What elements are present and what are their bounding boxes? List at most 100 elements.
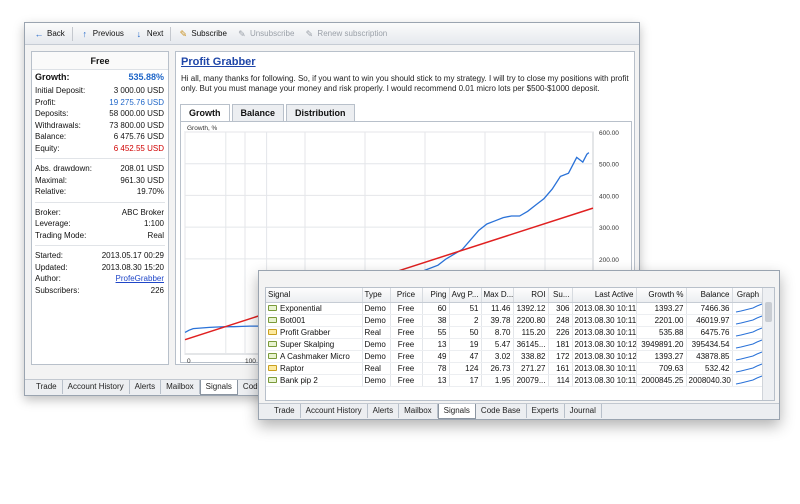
column-header[interactable]: Avg P... bbox=[449, 288, 482, 303]
cell-ping: 55 bbox=[422, 326, 450, 339]
tab-journal[interactable]: Journal bbox=[565, 404, 602, 418]
stat-label: Subscribers: bbox=[35, 285, 80, 295]
cell-growth: 1393.27 bbox=[636, 302, 687, 315]
signal-description: Hi all, many thanks for following. So, i… bbox=[181, 74, 629, 93]
stat-label: Relative: bbox=[35, 187, 67, 196]
table-row[interactable]: Bank pip 2 Demo Free 13 17 1.95 20079... 114 201… bbox=[266, 374, 765, 387]
column-header[interactable]: Type bbox=[362, 288, 391, 303]
cell-avg: 17 bbox=[449, 374, 482, 387]
table-row[interactable]: Super Skalping Demo Free 13 19 5.47 36145... 18… bbox=[266, 338, 765, 351]
table-row[interactable]: Raptor Real Free 78 124 26.73 271.27 161 2013.08… bbox=[266, 362, 765, 375]
cell-ping: 38 bbox=[422, 314, 450, 327]
back-button[interactable]: ← Back bbox=[29, 25, 70, 43]
signal-icon bbox=[268, 317, 277, 324]
cell-maxd: 11.46 bbox=[481, 302, 514, 315]
signal-name: Super Skalping bbox=[280, 339, 335, 349]
growth-row: Growth: 535.88% bbox=[32, 70, 168, 85]
signals-scrollbar[interactable] bbox=[762, 288, 774, 400]
stat-row: Maximal: 961.30 USD bbox=[32, 175, 168, 187]
cell-growth: 709.63 bbox=[636, 362, 687, 375]
cell-roi: 271.27 bbox=[513, 362, 549, 375]
terminal-tabs-front: Trade Account History Alerts Mailbox Signals… bbox=[259, 403, 779, 419]
cell-price: Free bbox=[390, 326, 423, 339]
column-header[interactable]: Balance bbox=[686, 288, 733, 303]
sparkline-graph bbox=[735, 363, 762, 373]
tab-mailbox[interactable]: Mailbox bbox=[161, 380, 200, 394]
signal-icon bbox=[268, 305, 277, 312]
table-row[interactable]: Bot001 Demo Free 38 2 39.78 2200.80 248 2013.08.… bbox=[266, 314, 765, 327]
stat-row: Started: 2013.05.17 00:29 bbox=[32, 250, 168, 262]
column-header[interactable]: Price bbox=[390, 288, 423, 303]
cell-ping: 49 bbox=[422, 350, 450, 363]
tab-balance[interactable]: Balance bbox=[231, 104, 285, 121]
previous-label: Previous bbox=[92, 29, 124, 38]
unsubscribe-label: Unsubscribe bbox=[249, 29, 295, 38]
column-header[interactable]: Max D... bbox=[481, 288, 514, 303]
next-button[interactable]: ↓ Next bbox=[129, 25, 168, 43]
tab-signals[interactable]: Signals bbox=[437, 404, 476, 419]
tab-mailbox[interactable]: Mailbox bbox=[399, 404, 438, 418]
x-tick-label: 100 bbox=[245, 358, 256, 364]
cell-type: Demo bbox=[362, 302, 391, 315]
stat-label: Balance: bbox=[35, 132, 67, 141]
stat-value: 19.70% bbox=[136, 187, 164, 196]
unsubscribe-button[interactable]: ✎ Unsubscribe bbox=[232, 25, 299, 43]
stat-row: Profit: 19 275.76 USD bbox=[32, 97, 168, 109]
previous-button[interactable]: ↑ Previous bbox=[75, 25, 129, 43]
tab-account-history[interactable]: Account History bbox=[301, 404, 368, 418]
tab-account-history[interactable]: Account History bbox=[63, 380, 130, 394]
table-row[interactable]: A Cashmaker Micro Demo Free 49 47 3.02 338.82 1… bbox=[266, 350, 765, 363]
sparkline-graph bbox=[735, 351, 762, 361]
cell-balance: 532.42 bbox=[686, 362, 733, 375]
signal-title-link[interactable]: Profit Grabber bbox=[181, 56, 256, 68]
stat-value: 6 452.55 USD bbox=[113, 143, 164, 153]
stat-label: Deposits: bbox=[35, 109, 69, 118]
author-link[interactable]: ProfeGrabber bbox=[116, 273, 164, 285]
cell-growth: 2000845.25 bbox=[636, 374, 687, 387]
signal-icon bbox=[268, 329, 277, 336]
tab-code-base[interactable]: Code Base bbox=[476, 404, 527, 418]
signal-name: Exponential bbox=[280, 303, 322, 313]
cell-last: 2013.08.30 10:11 bbox=[572, 326, 637, 339]
table-row[interactable]: Profit Grabber Real Free 55 50 8.70 115.20 226 2… bbox=[266, 326, 765, 339]
renew-subscription-button[interactable]: ✎ Renew subscription bbox=[299, 25, 392, 43]
tab-trade[interactable]: Trade bbox=[269, 404, 301, 418]
column-header[interactable]: Su... bbox=[548, 288, 573, 303]
cell-subs: 172 bbox=[548, 350, 573, 363]
sparkline-graph bbox=[735, 303, 762, 313]
cell-type: Demo bbox=[362, 314, 391, 327]
cell-last: 2013.08.30 10:11 bbox=[572, 314, 637, 327]
table-row[interactable]: Exponential Demo Free 60 51 11.46 1392.12 306 20… bbox=[266, 302, 765, 315]
stat-label: Maximal: bbox=[35, 175, 68, 185]
signals-list-window: Signal Type Price Ping Avg P... Max D... ROI Su… bbox=[258, 270, 780, 420]
stat-row: Leverage: 1:100 bbox=[32, 218, 168, 230]
tab-growth[interactable]: Growth bbox=[180, 104, 230, 121]
subscribe-button[interactable]: ✎ Subscribe bbox=[173, 25, 232, 43]
tab-experts[interactable]: Experts bbox=[527, 404, 565, 418]
stat-label: Trading Mode: bbox=[35, 230, 87, 240]
column-header[interactable]: Graph bbox=[732, 288, 765, 303]
tab-alerts[interactable]: Alerts bbox=[130, 380, 162, 394]
stat-label: Withdrawals: bbox=[35, 120, 81, 130]
cell-roi: 1392.12 bbox=[513, 302, 549, 315]
column-header[interactable]: Ping bbox=[422, 288, 450, 303]
column-header[interactable]: Growth % bbox=[636, 288, 687, 303]
cell-ping: 78 bbox=[422, 362, 450, 375]
scrollbar-thumb[interactable] bbox=[765, 302, 772, 322]
stat-row: Abs. drawdown: 208.01 USD bbox=[32, 163, 168, 175]
column-header[interactable]: Signal bbox=[266, 288, 363, 303]
tab-signals[interactable]: Signals bbox=[199, 380, 238, 395]
chart-tabs: Growth Balance Distribution bbox=[180, 104, 357, 121]
cell-roi: 20079... bbox=[513, 374, 549, 387]
column-header[interactable]: Last Active bbox=[572, 288, 637, 303]
y-tick-label: 400.00 bbox=[599, 193, 619, 200]
tab-distribution[interactable]: Distribution bbox=[286, 104, 355, 121]
tab-trade[interactable]: Trade bbox=[31, 380, 63, 394]
cell-price: Free bbox=[390, 374, 423, 387]
graph-cell bbox=[732, 374, 765, 387]
tab-alerts[interactable]: Alerts bbox=[368, 404, 400, 418]
signal-icon bbox=[268, 353, 277, 360]
sparkline-path bbox=[735, 303, 762, 313]
stat-label: Equity: bbox=[35, 143, 60, 153]
column-header[interactable]: ROI bbox=[513, 288, 549, 303]
